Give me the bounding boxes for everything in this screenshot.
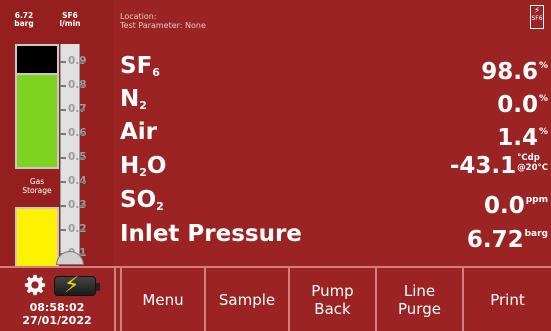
analyser-screen: 6.72 barg SF6 l/min Gas Storage 0.9 0.8 0.… (0, 0, 551, 331)
flow-unit: l/min (59, 19, 81, 28)
reading-value: 6.72barg (466, 227, 548, 253)
charging-bolt-icon: ⚡ (64, 273, 80, 298)
reading-row-air: Air 1.4% (120, 116, 548, 151)
status-cell: ⚡ 08:58:02 27/01/2022 (0, 268, 114, 331)
pressure-unit: barg (14, 19, 34, 28)
reading-value: 0.0ppm (483, 193, 548, 219)
flow-scale-tick: 0.9 (60, 55, 120, 67)
flow-scale-tick: 0.5 (60, 151, 120, 163)
test-parameter-label: Test Parameter: None (120, 21, 206, 30)
pressure-zone-ok (15, 75, 59, 169)
reading-unit: ppm (525, 195, 548, 205)
flow-gauge-header: SF6 l/min (48, 12, 92, 28)
flow-scale-tick: 0.2 (60, 223, 120, 235)
flow-scale-tick: 0.8 (60, 79, 120, 91)
pressure-gauge: Gas Storage (15, 44, 59, 302)
pump-back-button[interactable]: Pump Back (288, 268, 375, 331)
reading-unit: % (538, 94, 548, 104)
reading-row-sf6: SF6 98.6% (120, 50, 548, 85)
flow-scale-tick: 0.3 (60, 199, 120, 211)
location-label: Location: (120, 12, 157, 21)
reading-unit: % (538, 127, 548, 137)
gear-icon[interactable] (24, 274, 46, 296)
readings-panel: Location: Test Parameter: None ⚡ SF6 SF6… (114, 0, 551, 266)
gas-storage-label: Gas Storage (22, 177, 52, 195)
clock-date: 27/01/2022 (22, 314, 92, 327)
pressure-gauge-header: 6.72 barg (2, 12, 46, 28)
gauge-panel: 6.72 barg SF6 l/min Gas Storage 0.9 0.8 0.… (0, 0, 114, 302)
flow-scale-tick: 0.7 (60, 103, 120, 115)
reading-name: Air (120, 119, 158, 145)
reading-row-inlet-pressure: Inlet Pressure 6.72barg (120, 218, 548, 253)
flow-scale-tick: 0.4 (60, 175, 120, 187)
sample-button[interactable]: Sample (204, 268, 288, 331)
reading-row-so2: SO2 0.0ppm (120, 184, 548, 219)
reading-row-n2: N2 0.0% (120, 83, 548, 118)
reading-name: Inlet Pressure (120, 221, 302, 247)
print-button[interactable]: Print (462, 268, 551, 331)
line-purge-button[interactable]: Line Purge (375, 268, 462, 331)
clock-time: 08:58:02 (29, 301, 85, 314)
reading-value: 1.4% (497, 125, 548, 151)
reading-row-h2o: H2O -43.1°Cdp @20°C (120, 150, 548, 182)
reading-unit: °Cdp @20°C (517, 153, 548, 173)
menu-button[interactable]: Menu (120, 268, 204, 331)
reading-value: -43.1°Cdp @20°C (449, 153, 548, 179)
battery-charging-icon: ⚡ (54, 273, 100, 298)
reading-unit: barg (524, 229, 548, 239)
softkey-bar: ⚡ 08:58:02 27/01/2022 Menu Sample Pump Ba… (0, 266, 551, 331)
flow-scale-tick: 0.6 (60, 127, 120, 139)
sf6-icon[interactable]: ⚡ SF6 (530, 5, 544, 29)
pressure-zone-high (15, 44, 59, 75)
reading-unit: % (538, 61, 548, 71)
